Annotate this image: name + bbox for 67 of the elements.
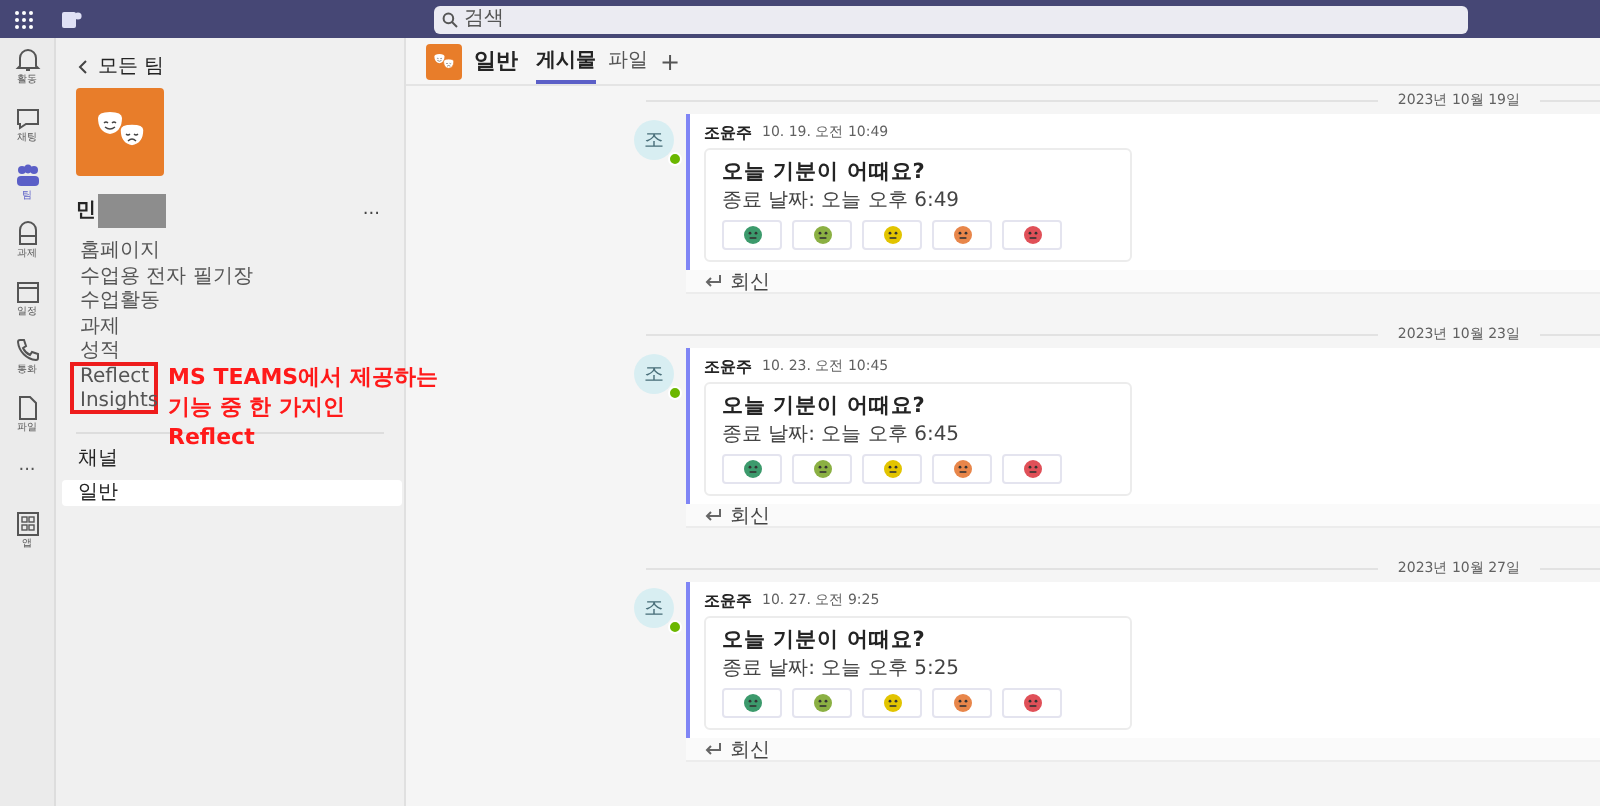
poll-question: 오늘 기분이 어때요? (722, 392, 927, 422)
more-button[interactable]: ... (362, 200, 380, 220)
mood-button[interactable] (1002, 220, 1062, 250)
mood-button[interactable] (1002, 688, 1062, 718)
annotation-text: Reflect (168, 422, 255, 452)
mood-button[interactable] (722, 454, 782, 484)
reply-arrow-icon (704, 274, 722, 288)
mood-button[interactable] (792, 220, 852, 250)
team-logo-icon (426, 43, 462, 79)
bell-icon (13, 46, 41, 74)
teams-logo-icon (62, 9, 82, 29)
tab[interactable]: 파일 (608, 39, 648, 83)
avatar: 조 (634, 588, 674, 628)
nav-item[interactable]: 과제 (80, 315, 120, 340)
mood-button[interactable] (722, 220, 782, 250)
reply-arrow-icon (704, 742, 722, 756)
nav-item[interactable]: 홈페이지 (80, 240, 160, 265)
nav-item[interactable]: 수업활동 (80, 290, 160, 315)
mood-button[interactable] (792, 454, 852, 484)
calendar-icon (13, 278, 41, 306)
reply-button[interactable]: 회신 (686, 738, 1600, 762)
mood-button[interactable] (862, 454, 922, 484)
apps-grid-icon (14, 9, 34, 29)
mood-button[interactable] (722, 688, 782, 718)
tab[interactable]: 게시물 (536, 39, 596, 83)
phone-icon (13, 336, 41, 364)
channel-item[interactable]: 일반 (62, 479, 402, 505)
people-icon (13, 162, 41, 190)
channel-title: 일반 (474, 46, 518, 76)
deadline-text: 종료 날짜: 오늘 오후 6:49 (722, 188, 962, 214)
author-name: 조윤주 (704, 589, 752, 611)
mood-button[interactable] (932, 454, 992, 484)
apps-icon (13, 510, 41, 538)
more-button[interactable]: ... (18, 452, 36, 506)
mood-button[interactable] (862, 688, 922, 718)
nav-item[interactable]: Reflect (80, 365, 150, 390)
team-logo-icon (76, 88, 164, 176)
author-name: 조윤주 (704, 355, 752, 377)
mood-button[interactable] (862, 220, 922, 250)
section-heading: 채널 (78, 445, 120, 471)
team-name: 민 (76, 198, 96, 224)
search-field[interactable]: 검색 (434, 5, 1468, 33)
reply-button[interactable]: 회신 (686, 270, 1600, 294)
annotation-text: MS TEAMS에서 제공하는 (168, 362, 438, 392)
back-link[interactable]: 모든 팀 (78, 54, 404, 78)
deadline-text: 종료 날짜: 오늘 오후 6:45 (722, 422, 962, 448)
deadline-text: 종료 날짜: 오늘 오후 5:25 (722, 656, 962, 682)
avatar: 조 (634, 120, 674, 160)
mood-button[interactable] (1002, 454, 1062, 484)
nav-item[interactable]: 수업용 전자 필기장 (80, 265, 253, 290)
chat-bubble-icon (13, 104, 41, 132)
backpack-icon (13, 220, 41, 248)
poll-question: 오늘 기분이 어때요? (722, 158, 927, 188)
author-name: 조윤주 (704, 121, 752, 143)
reply-button[interactable]: 회신 (686, 504, 1600, 528)
chevron-left-icon (78, 59, 88, 73)
mood-button[interactable] (792, 688, 852, 718)
nav-item[interactable]: 성적 (80, 340, 120, 365)
avatar: 조 (634, 354, 674, 394)
poll-question: 오늘 기분이 어때요? (722, 626, 927, 656)
reply-arrow-icon (704, 508, 722, 522)
mood-button[interactable] (932, 688, 992, 718)
search-icon (442, 11, 458, 27)
annotation-text: 기능 중 한 가지인 (168, 392, 345, 422)
add-tab-button[interactable]: + (660, 47, 681, 75)
mood-button[interactable] (932, 220, 992, 250)
file-icon (13, 394, 41, 422)
